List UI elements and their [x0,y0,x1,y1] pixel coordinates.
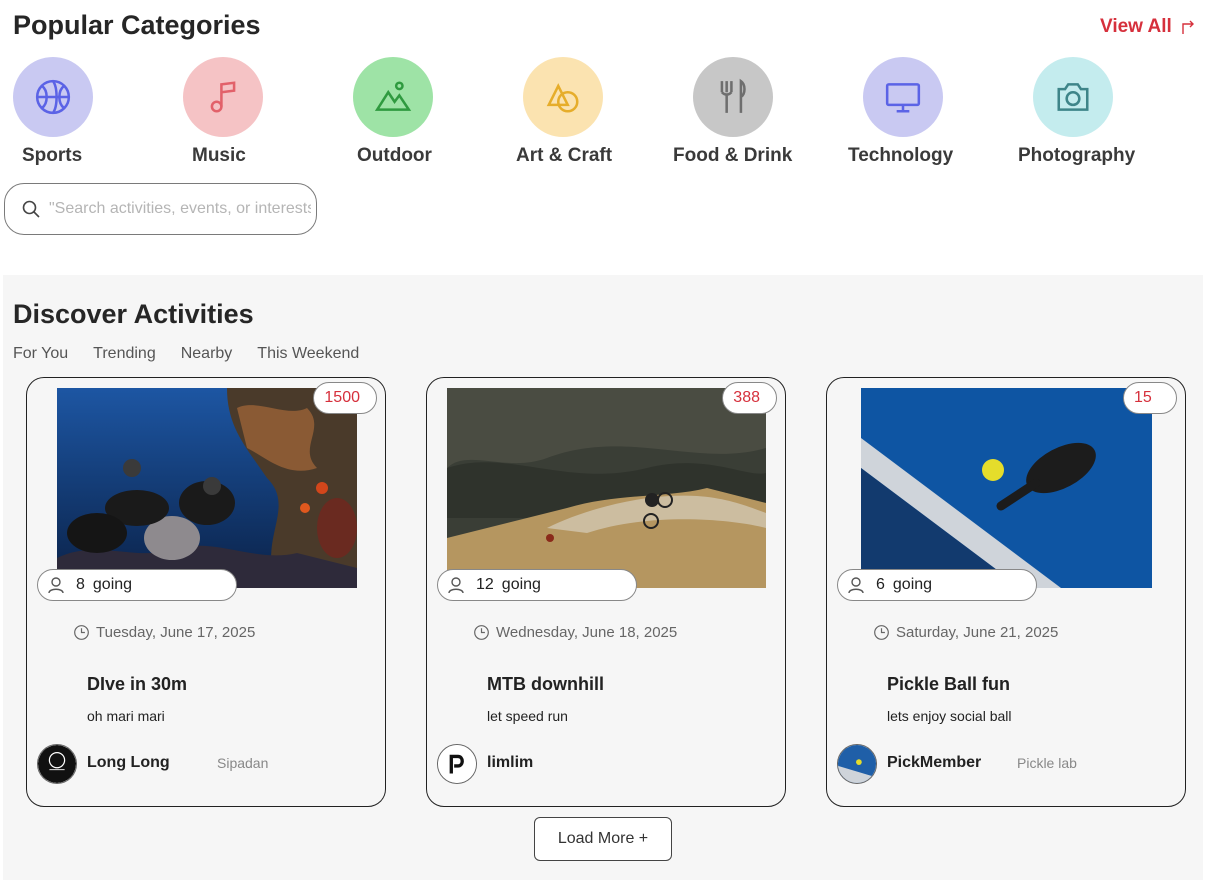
category-music-circle [183,57,263,137]
tab-nearby[interactable]: Nearby [181,345,233,363]
user-icon [48,577,64,594]
category-label: Photography [1018,145,1136,166]
user-icon [848,577,864,594]
category-label: Music [192,145,246,166]
activity-photo [861,388,1152,588]
activity-card[interactable]: 388 12 going Wednesday, June 18, 2025 MT… [426,377,786,807]
category-outdoor[interactable]: Outdoor [353,57,493,169]
going-pill: 6 going [837,569,1037,601]
activity-date-text: Wednesday, June 18, 2025 [496,624,678,641]
activity-photo [447,388,766,588]
activity-count-badge: 15 [1123,382,1177,414]
mtb-photo-image [447,388,766,588]
search-icon [22,200,40,218]
activity-date-text: Saturday, June 21, 2025 [896,624,1059,641]
search-bar[interactable] [4,183,317,235]
arrow-up-right-icon [1182,20,1194,34]
activity-title: Pickle Ball fun [887,674,1011,694]
mountain-icon [374,81,412,111]
host-avatar[interactable] [37,744,77,784]
activity-photo [57,388,357,588]
user-icon [448,577,464,594]
category-tech-circle [863,57,943,137]
host-name[interactable]: PickMember [887,754,981,772]
category-food-drink[interactable]: Food & Drink [673,57,833,169]
category-music[interactable]: Music [183,57,323,169]
category-photography[interactable]: Photography [1018,57,1173,169]
going-pill: 12 going [437,569,637,601]
category-art-circle [523,57,603,137]
going-count: 8 [76,576,85,593]
activity-count-badge: 1500 [313,382,377,414]
tab-trending[interactable]: Trending [93,345,156,363]
music-note-icon [210,81,236,113]
host-avatar[interactable] [437,744,477,784]
camera-icon [1057,83,1089,111]
view-all-link[interactable]: View All [1100,16,1196,38]
activity-location: Pickle lab [1017,755,1077,771]
category-outdoor-circle [353,57,433,137]
load-more-button[interactable]: Load More + [534,817,672,861]
category-label: Art & Craft [516,145,613,166]
activity-count-badge: 388 [722,382,777,414]
activity-card[interactable]: 1500 8 going Tuesday, June 17, 2025 DIve… [26,377,386,807]
category-label: Sports [22,145,83,166]
shapes-icon [546,83,579,113]
host-name[interactable]: limlim [487,754,533,772]
basketball-icon [35,79,71,115]
going-label: going [892,576,933,593]
category-list: Sports Music Outdoor Art & Craft Food & … [0,57,1207,169]
activity-description: let speed run [487,708,568,724]
clock-icon [474,625,489,640]
activity-date: Saturday, June 21, 2025 [873,624,1058,641]
activity-location: Sipadan [217,755,269,771]
host-logo-image [38,745,76,783]
discover-section: Discover Activities For You Trending Nea… [3,275,1203,880]
pickleball-photo-image [861,388,1152,588]
search-input[interactable] [49,200,311,218]
activity-title: DIve in 30m [87,674,188,694]
going-label: going [501,576,541,593]
host-logo-image [438,745,476,783]
going-count: 6 [876,576,885,593]
fork-knife-icon [720,78,746,113]
category-label: Technology [848,145,954,166]
discover-title: Discover Activities [13,299,254,329]
category-sports[interactable]: Sports [13,57,153,169]
going-pill: 8 going [37,569,237,601]
going-label: going [92,576,133,593]
activity-date: Tuesday, June 17, 2025 [73,624,255,641]
tab-for-you[interactable]: For You [13,345,68,363]
activity-description: lets enjoy social ball [887,708,1012,724]
category-label: Outdoor [357,145,432,166]
going-count: 12 [476,576,494,593]
discover-tabs: For You Trending Nearby This Weekend [13,345,359,363]
category-photo-circle [1033,57,1113,137]
host-avatar[interactable] [837,744,877,784]
activity-date: Wednesday, June 18, 2025 [473,624,677,641]
activity-title: MTB downhill [487,674,604,694]
view-all-label: View All [1100,16,1172,37]
popular-categories-title: Popular Categories [13,10,261,40]
host-avatar-image [838,745,876,783]
clock-icon [874,625,889,640]
category-art-craft[interactable]: Art & Craft [516,57,663,169]
category-food-circle [693,57,773,137]
category-sports-circle [13,57,93,137]
clock-icon [74,625,89,640]
activity-card[interactable]: 15 6 going Saturday, June 21, 2025 Pickl… [826,377,1186,807]
category-technology[interactable]: Technology [848,57,1003,169]
host-name[interactable]: Long Long [87,754,170,772]
tab-this-weekend[interactable]: This Weekend [257,345,359,363]
category-label: Food & Drink [673,145,793,166]
activity-description: oh mari mari [87,708,165,724]
activity-date-text: Tuesday, June 17, 2025 [96,624,256,641]
monitor-icon [885,83,921,113]
scuba-photo-image [57,388,357,588]
